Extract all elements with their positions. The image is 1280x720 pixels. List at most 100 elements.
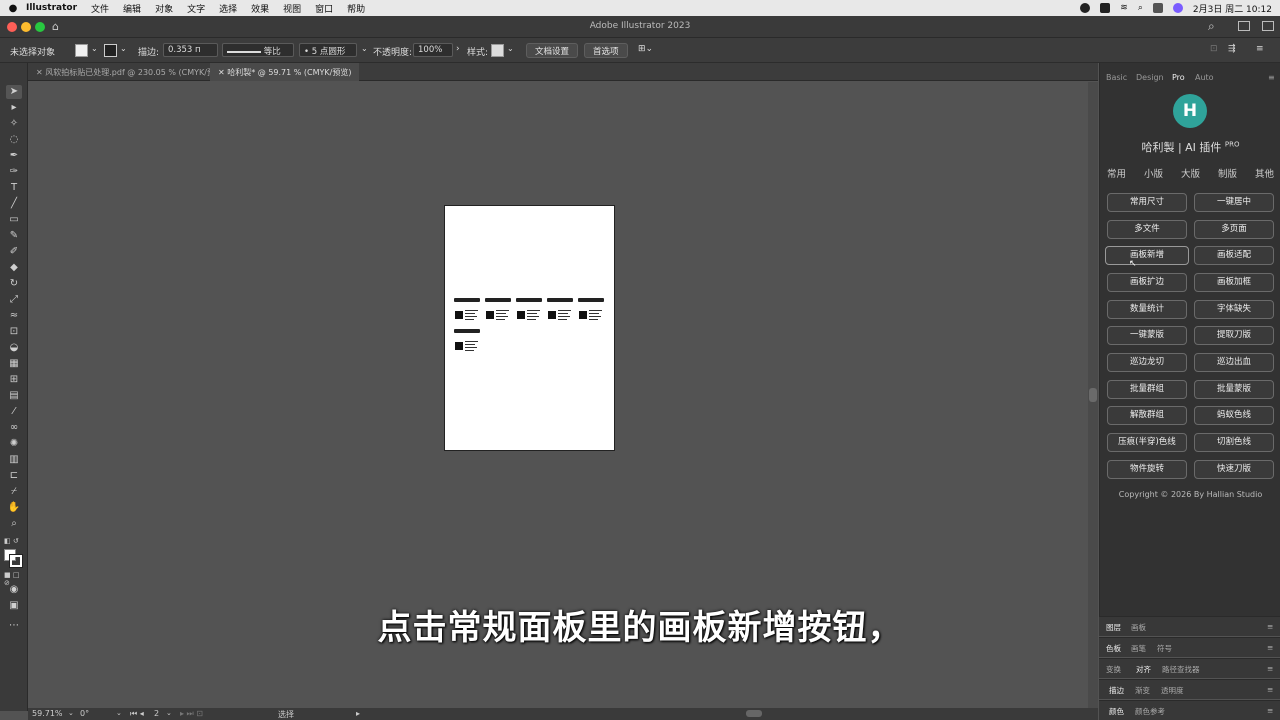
column-graph-tool-icon[interactable]: ▥ (6, 453, 22, 467)
chevron-down-icon[interactable]: ⌄ (120, 44, 127, 53)
panel-menu-icon[interactable]: ≡ (1256, 44, 1264, 54)
tab-color[interactable]: 颜色 (1109, 706, 1124, 717)
btn-edge-bleed[interactable]: 巡边出血 (1194, 353, 1274, 372)
eyedropper-tool-icon[interactable]: ⁄ (6, 405, 22, 419)
category-common[interactable]: 常用 (1107, 166, 1126, 180)
btn-one-click-mask[interactable]: 一键蒙版 (1107, 326, 1187, 345)
pen-tool-icon[interactable]: ✒ (6, 149, 22, 163)
btn-artboard-add[interactable]: 画板新增 (1105, 246, 1189, 265)
hand-tool-icon[interactable]: ✋ (6, 501, 22, 515)
preferences-button[interactable]: 首选项 (584, 43, 628, 58)
artboard-number[interactable]: 2 (154, 709, 159, 718)
siri-icon[interactable] (1172, 3, 1183, 13)
btn-extract-die[interactable]: 提取刀版 (1194, 326, 1274, 345)
paintbrush-tool-icon[interactable]: ✎ (6, 229, 22, 243)
blend-tool-icon[interactable]: ∞ (6, 421, 22, 435)
arrange-icon[interactable]: ⊞⌄ (638, 44, 653, 54)
default-colors-icon[interactable]: ◧ ↺ (4, 537, 19, 545)
menu-select[interactable]: 选择 (219, 2, 237, 15)
btn-artboard-expand[interactable]: 画板扩边 (1107, 273, 1187, 292)
btn-multi-file[interactable]: 多文件 (1107, 220, 1187, 239)
btn-quick-die[interactable]: 快速刀版 (1194, 460, 1274, 479)
rectangle-tool-icon[interactable]: ▭ (6, 213, 22, 227)
fill-swatch[interactable] (75, 44, 88, 57)
symbol-sprayer-tool-icon[interactable]: ✺ (6, 437, 22, 451)
category-plate[interactable]: 制版 (1218, 166, 1237, 180)
panel-menu-icon[interactable]: ≡ (1268, 73, 1275, 82)
zoom-level[interactable]: 59.71% (32, 709, 63, 718)
tab-gradient[interactable]: 渐变 (1135, 685, 1150, 696)
scale-tool-icon[interactable]: ⤢ (6, 293, 22, 307)
tab-pathfinder[interactable]: 路径查找器 (1162, 664, 1200, 675)
menu-type[interactable]: 文字 (187, 2, 205, 15)
menu-window[interactable]: 窗口 (315, 2, 333, 15)
btn-edge-cut[interactable]: 巡边龙切 (1107, 353, 1187, 372)
tab-transform[interactable]: 变换 (1106, 664, 1121, 675)
btn-center[interactable]: 一键居中 (1194, 193, 1274, 212)
btn-ant-line[interactable]: 蚂蚁色线 (1194, 406, 1274, 425)
chevron-down-icon[interactable]: ⌄ (361, 44, 368, 53)
tab-transparency[interactable]: 透明度 (1161, 685, 1184, 696)
category-small[interactable]: 小版 (1144, 166, 1163, 180)
btn-crease-line[interactable]: 压痕(半穿)色线 (1107, 433, 1187, 452)
artboard[interactable] (444, 205, 615, 451)
vertical-scroll-thumb[interactable] (1089, 388, 1097, 402)
rotation-value[interactable]: 0° (80, 709, 89, 718)
menu-view[interactable]: 视图 (283, 2, 301, 15)
width-tool-icon[interactable]: ≈ (6, 309, 22, 323)
search-icon[interactable]: ⌕ (1138, 3, 1143, 13)
next-artboard-icon[interactable]: ▸ ⏭ ⊡ (180, 709, 203, 719)
menu-app-name[interactable]: Illustrator (26, 3, 77, 13)
chevron-down-icon[interactable]: ⌄ (91, 44, 98, 53)
mesh-tool-icon[interactable]: ⊞ (6, 373, 22, 387)
gradient-tool-icon[interactable]: ▤ (6, 389, 22, 403)
shape-builder-tool-icon[interactable]: ◒ (6, 341, 22, 355)
chevron-down-icon[interactable]: ⌄ (68, 709, 74, 717)
label-artwork[interactable] (453, 298, 481, 325)
tab-basic[interactable]: Basic (1106, 73, 1127, 82)
stroke-swatch[interactable] (104, 44, 117, 57)
type-tool-icon[interactable]: T (6, 181, 22, 195)
lasso-tool-icon[interactable]: ◌ (6, 133, 22, 147)
panel-menu-icon[interactable]: ≡ (1267, 706, 1273, 715)
direct-selection-tool-icon[interactable]: ▸ (6, 101, 22, 115)
rotate-tool-icon[interactable]: ↻ (6, 277, 22, 291)
tab-stroke[interactable]: 描边 (1109, 685, 1124, 696)
drawing-mode-icon[interactable]: ◉ (6, 583, 22, 597)
line-tool-icon[interactable]: ╱ (6, 197, 22, 211)
graphic-style-swatch[interactable] (491, 44, 504, 57)
menu-help[interactable]: 帮助 (347, 2, 365, 15)
btn-multi-page[interactable]: 多页面 (1194, 220, 1274, 239)
curvature-tool-icon[interactable]: ✑ (6, 165, 22, 179)
chevron-down-icon[interactable]: ⌄ (166, 709, 172, 717)
btn-artboard-fit[interactable]: 画板适配 (1194, 246, 1274, 265)
chevron-right-icon[interactable]: › (456, 44, 460, 54)
selection-tool-icon[interactable]: ➤ (6, 85, 22, 99)
record-icon[interactable] (1080, 3, 1091, 13)
transform-icon[interactable]: ⇶ (1228, 44, 1236, 54)
menu-file[interactable]: 文件 (91, 2, 109, 15)
category-other[interactable]: 其他 (1255, 166, 1274, 180)
tab-auto[interactable]: Auto (1195, 73, 1214, 82)
document-setup-button[interactable]: 文档设置 (526, 43, 579, 58)
btn-rotate-object[interactable]: 物件旋转 (1107, 460, 1187, 479)
btn-missing-font[interactable]: 字体缺失 (1194, 300, 1274, 319)
label-artwork[interactable] (453, 329, 481, 356)
close-icon[interactable]: ✕ (218, 68, 227, 77)
eraser-tool-icon[interactable]: ◆ (6, 261, 22, 275)
label-artwork[interactable] (577, 298, 605, 325)
chevron-down-icon[interactable]: ⌄ (507, 44, 514, 53)
category-large[interactable]: 大版 (1181, 166, 1200, 180)
btn-cut-line[interactable]: 切割色线 (1194, 433, 1274, 452)
tab-color-guide[interactable]: 颜色参考 (1135, 706, 1165, 717)
stroke-color-icon[interactable] (9, 554, 23, 568)
label-artwork[interactable] (484, 298, 512, 325)
btn-batch-mask[interactable]: 批量蒙版 (1194, 380, 1274, 399)
apple-icon[interactable]: ● (0, 3, 26, 14)
stroke-weight-field[interactable]: 0.353 п (163, 43, 218, 57)
chevron-right-icon[interactable]: ▸ (356, 709, 360, 718)
btn-count[interactable]: 数量统计 (1107, 300, 1187, 319)
artboard-tool-icon[interactable]: ⊏ (6, 469, 22, 483)
arrange-documents-icon[interactable] (1262, 21, 1274, 31)
horizontal-scroll-thumb[interactable] (746, 710, 762, 717)
